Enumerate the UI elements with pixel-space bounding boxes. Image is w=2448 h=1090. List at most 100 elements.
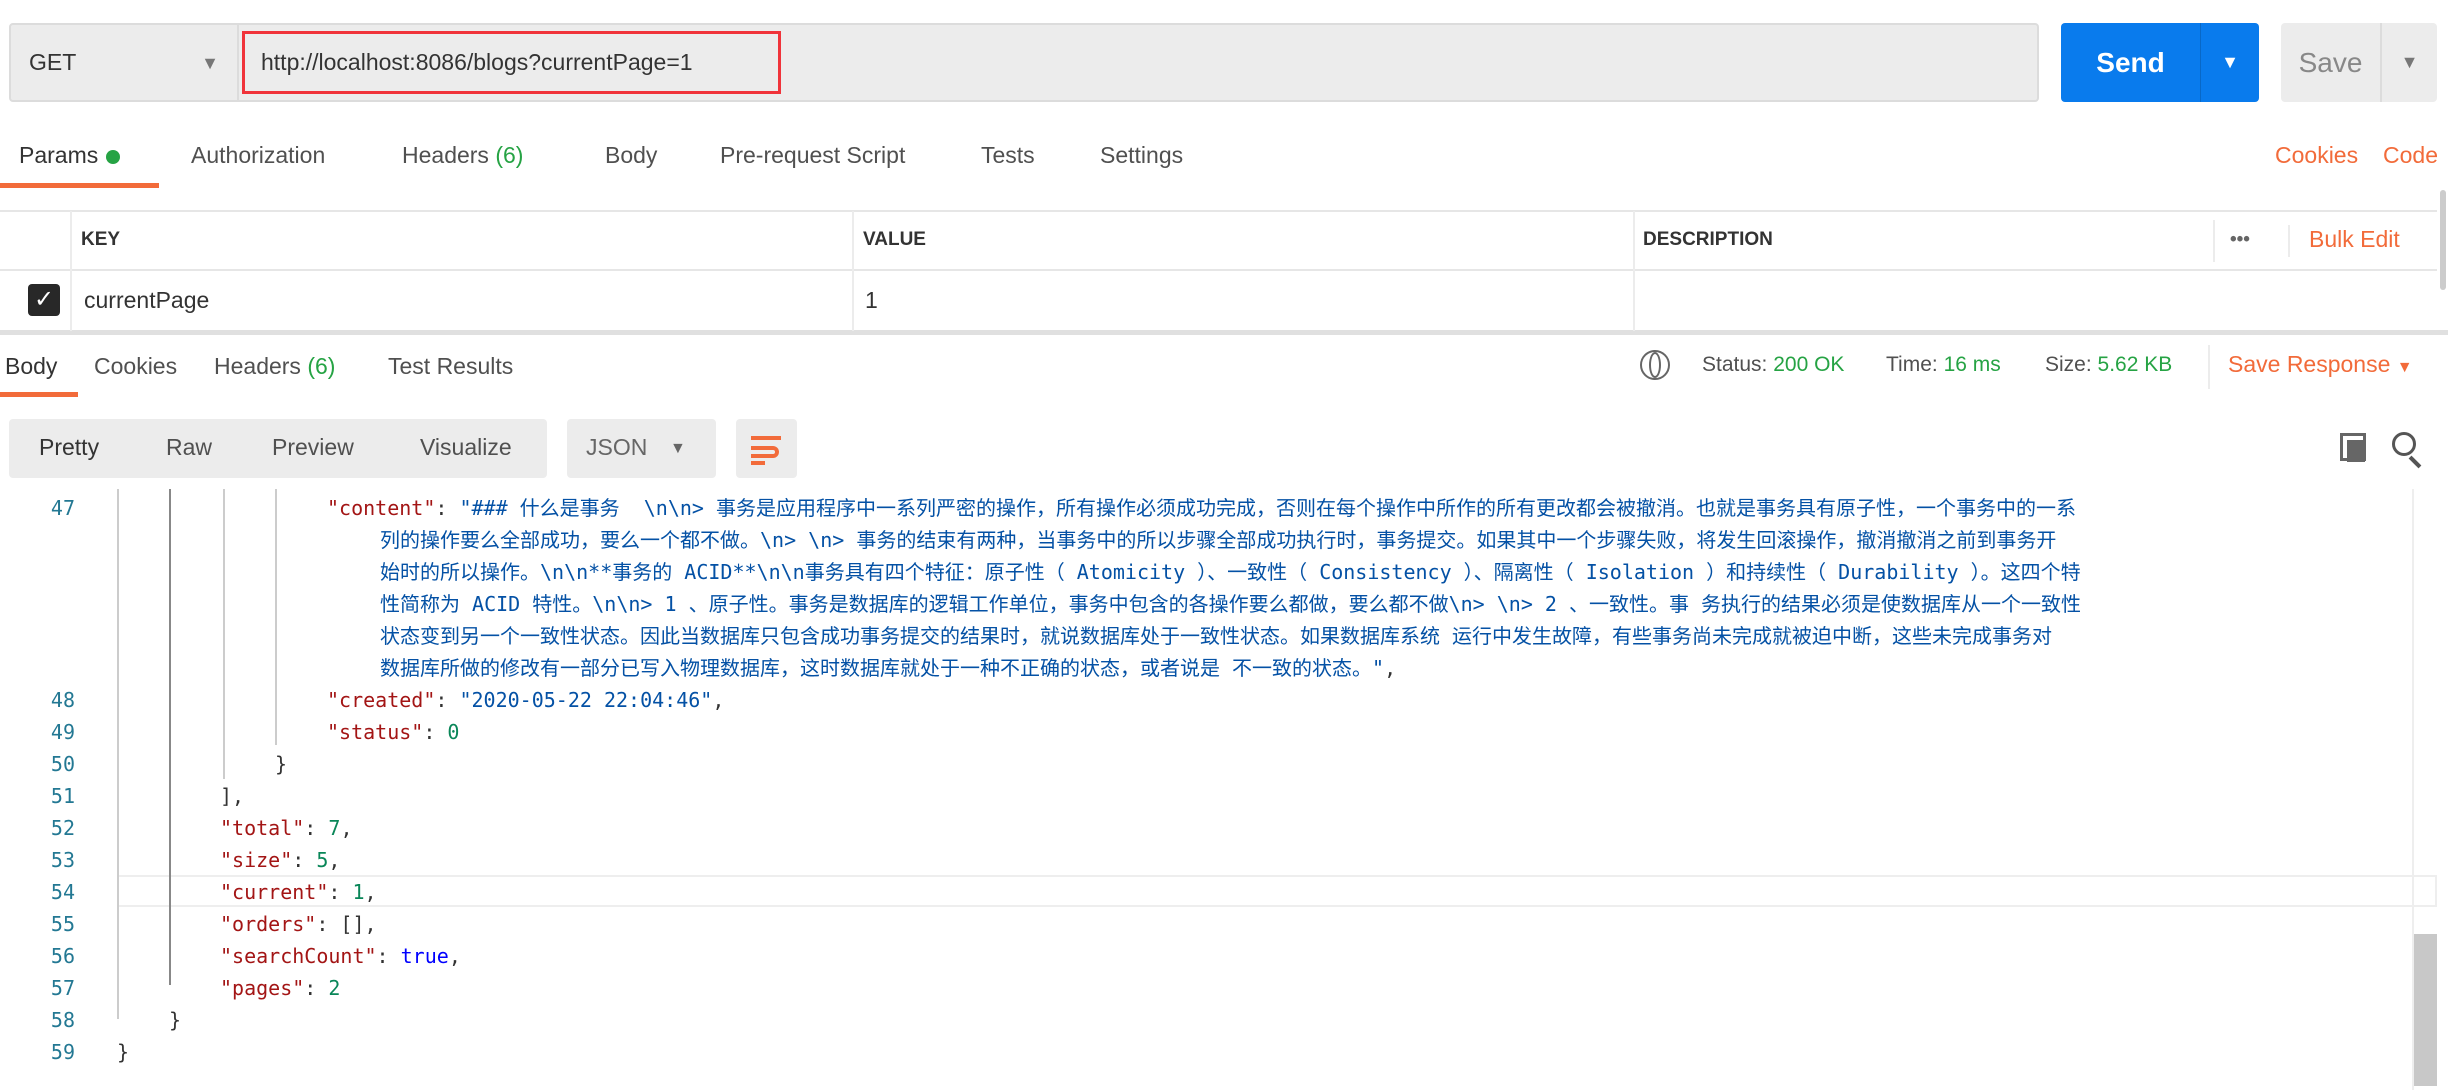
json-key: "pages" [220, 976, 305, 1000]
tab-authorization[interactable]: Authorization [191, 142, 325, 169]
cookies-link[interactable]: Cookies [2275, 142, 2358, 169]
response-tab-test-results[interactable]: Test Results [388, 353, 513, 380]
search-icon[interactable] [2392, 432, 2416, 456]
view-mode-pretty[interactable]: Pretty [39, 434, 99, 461]
view-mode-preview[interactable]: Preview [272, 434, 354, 461]
json-key: "orders" [220, 912, 317, 936]
code-line: 性简称为 ACID 特性。\n\n> 1 、原子性。事务是数据库的逻辑工作单位，… [380, 588, 2081, 620]
json-string: 列的操作要么全部成功，要么一个都不做。\n> \n> 事务的结束有两种，当事务中… [380, 528, 2057, 552]
line-number: 54 [50, 880, 75, 904]
json-string: 数据库所做的修改有一部分已写入物理数据库，这时数据库就处于一种不正确的状态，或者… [380, 656, 1385, 680]
json-key: "status" [327, 720, 424, 744]
caret-down-icon[interactable]: ▼ [2380, 23, 2437, 102]
indent-guide [117, 489, 119, 1019]
json-number: 5 [316, 848, 329, 872]
save-response-button[interactable]: Save Response ▼ [2228, 351, 2413, 378]
tab-headers[interactable]: Headers (6) [402, 142, 523, 169]
param-checkbox[interactable]: ✓ [28, 284, 60, 316]
bulk-edit-link[interactable]: Bulk Edit [2309, 226, 2400, 253]
json-string: 性简称为 ACID 特性。\n\n> 1 、原子性。事务是数据库的逻辑工作单位，… [380, 592, 2082, 616]
send-button[interactable]: Send ▼ [2061, 23, 2259, 102]
caret-down-icon[interactable]: ▼ [2200, 23, 2259, 102]
active-tab-indicator [0, 392, 78, 397]
response-tab-headers[interactable]: Headers (6) [214, 353, 335, 380]
json-punctuation: , [712, 688, 725, 712]
divider [852, 211, 854, 331]
line-number: 59 [50, 1040, 75, 1064]
response-tab-cookies[interactable]: Cookies [94, 353, 177, 380]
status-readout: Status: 200 OK [1702, 353, 1844, 377]
globe-icon[interactable] [1640, 350, 1670, 380]
json-string: "2020-05-22 22:04:46" [459, 688, 713, 712]
param-value[interactable]: 1 [865, 287, 878, 314]
json-punctuation: , [364, 880, 377, 904]
json-punctuation: , [328, 848, 341, 872]
send-label: Send [2096, 46, 2165, 78]
size-label: Size: [2045, 353, 2092, 376]
code-line: ], [220, 780, 244, 812]
indent-guide [275, 489, 277, 745]
current-line-highlight [117, 875, 2437, 907]
indent-guide [169, 489, 171, 985]
code-link[interactable]: Code [2383, 142, 2438, 169]
view-mode-visualize[interactable]: Visualize [420, 434, 512, 461]
code-line: "content": "### 什么是事务 \n\n> 事务是应用程序中一系列严… [327, 492, 2076, 524]
status-dot-icon [106, 149, 121, 164]
copy-icon[interactable] [2340, 433, 2366, 462]
code-line: } [169, 1004, 181, 1036]
save-label: Save [2298, 46, 2363, 78]
tab-label: Headers [402, 142, 489, 168]
line-number: 47 [50, 496, 75, 520]
code-line: "orders": [], [220, 908, 377, 940]
more-options-icon[interactable]: ••• [2230, 229, 2250, 251]
param-description[interactable] [1645, 287, 2205, 317]
json-string: 始时的所以操作。\n\n**事务的 ACID**\n\n事务具有四个特征：原子性… [380, 560, 2081, 584]
tab-body[interactable]: Body [605, 142, 657, 169]
json-string: 状态变到另一个一致性状态。因此当数据库只包含成功事务提交的结果时，就说数据库处于… [380, 624, 2053, 648]
wrap-lines-button[interactable] [736, 419, 797, 478]
time-readout: Time: 16 ms [1886, 353, 2001, 377]
line-number: 48 [50, 688, 75, 712]
tab-settings[interactable]: Settings [1100, 142, 1183, 169]
code-line: "total": 7, [220, 812, 352, 844]
code-line: 状态变到另一个一致性状态。因此当数据库只包含成功事务提交的结果时，就说数据库处于… [380, 620, 2052, 652]
panel-divider[interactable] [0, 330, 2448, 335]
json-key: "size" [220, 848, 293, 872]
json-key: "searchCount" [220, 944, 377, 968]
json-punctuation: : [376, 944, 401, 968]
json-punctuation: } [275, 752, 288, 776]
code-line: 始时的所以操作。\n\n**事务的 ACID**\n\n事务具有四个特征：原子性… [380, 556, 2081, 588]
size-readout: Size: 5.62 KB [2045, 353, 2172, 377]
divider [70, 211, 72, 331]
params-scrollbar[interactable] [2440, 190, 2446, 290]
method-select[interactable]: GET ▼ [9, 23, 239, 102]
column-header-value: VALUE [863, 229, 926, 250]
line-number: 56 [50, 944, 75, 968]
url-input[interactable]: http://localhost:8086/blogs?currentPage=… [242, 31, 781, 94]
tab-pre-request-script[interactable]: Pre-request Script [720, 142, 905, 169]
search-icon-handle [2408, 455, 2422, 469]
active-tab-indicator [0, 183, 159, 188]
response-tab-body[interactable]: Body [5, 353, 57, 380]
caret-down-icon: ▼ [670, 440, 686, 457]
line-number: 58 [50, 1008, 75, 1032]
json-punctuation: : [] [316, 912, 365, 936]
tab-params[interactable]: Params [19, 142, 121, 169]
divider [2288, 225, 2290, 257]
json-punctuation: , [340, 816, 353, 840]
save-button[interactable]: Save ▼ [2281, 23, 2437, 102]
view-mode-raw[interactable]: Raw [166, 434, 212, 461]
json-key: "total" [220, 816, 305, 840]
divider [2213, 220, 2215, 262]
json-boolean: true [400, 944, 449, 968]
code-line: "created": "2020-05-22 22:04:46", [327, 684, 724, 716]
tab-tests[interactable]: Tests [981, 142, 1035, 169]
json-key: "current" [220, 880, 329, 904]
time-value: 16 ms [1943, 353, 2001, 376]
response-body-viewer[interactable]: 47 "content": "### 什么是事务 \n\n> 事务是应用程序中一系… [0, 489, 2448, 1090]
param-key[interactable]: currentPage [84, 287, 209, 314]
json-string: "### 什么是事务 \n\n> 事务是应用程序中一系列严密的操作，所有操作必须… [459, 496, 2077, 520]
json-punctuation: : [435, 496, 460, 520]
column-header-key: KEY [81, 229, 121, 250]
response-scrollbar[interactable] [2414, 934, 2437, 1086]
